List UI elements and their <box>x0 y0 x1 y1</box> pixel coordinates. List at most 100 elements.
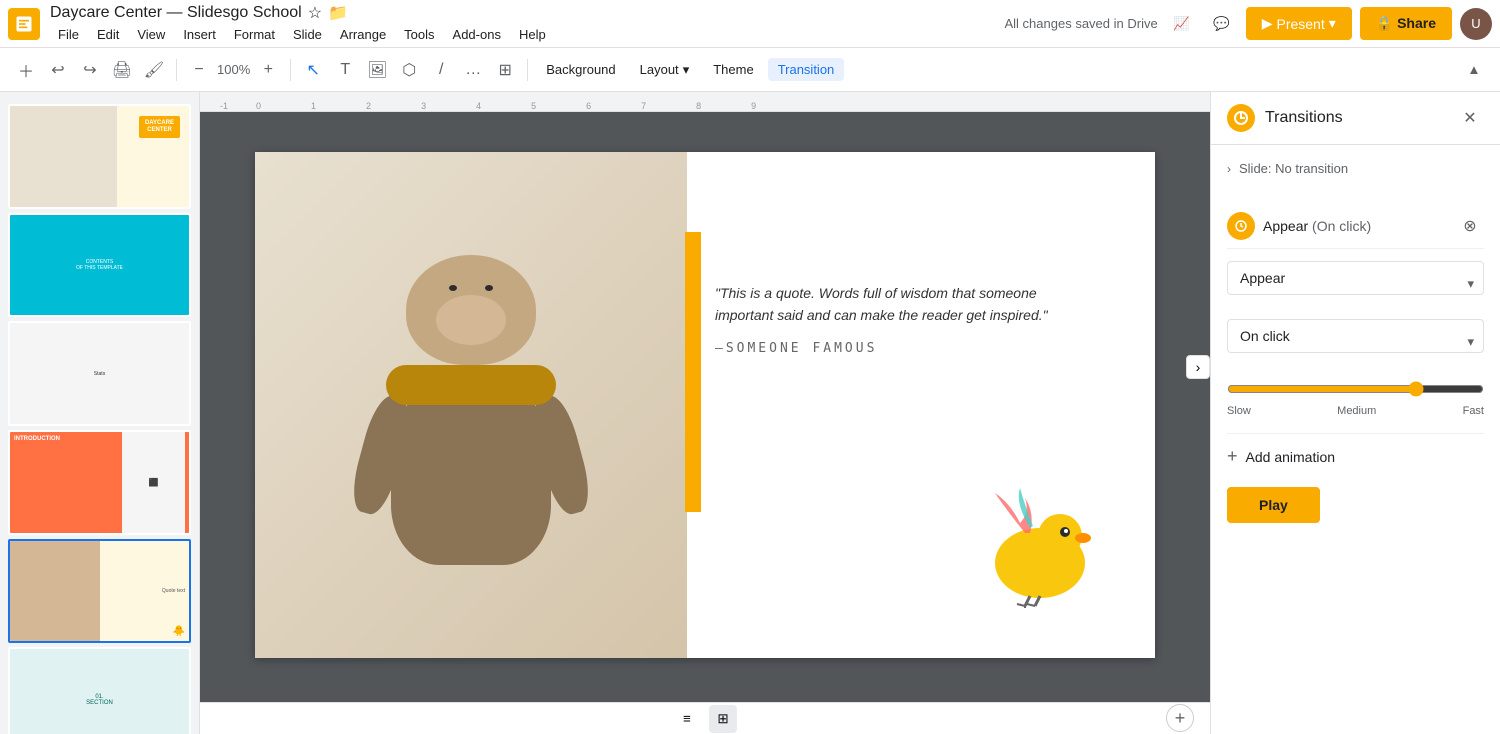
sep3 <box>527 59 528 81</box>
theme-btn[interactable]: Theme <box>703 58 763 81</box>
slide-img-6: 01.SECTION <box>10 649 189 734</box>
share-button[interactable]: 🔒 Share <box>1360 7 1452 40</box>
slide-img-3: Stats <box>10 323 189 424</box>
ruler-tick: -1 <box>220 101 228 111</box>
panel-close-button[interactable]: ✕ <box>1456 104 1484 132</box>
slide-transition-text[interactable]: Slide: No transition <box>1239 161 1348 176</box>
monkey-illustration <box>351 215 591 595</box>
ruler-tick: 3 <box>421 101 426 111</box>
slide-thumb-2[interactable]: 2 CONTENTSOF THIS TEMPLATE <box>8 213 191 318</box>
doc-title: Daycare Center — Slidesgo School ☆ 📁 <box>50 3 1005 23</box>
more-tools-btn[interactable]: … <box>459 56 487 84</box>
menu-slide[interactable]: Slide <box>285 25 330 44</box>
medium-label: Medium <box>1337 405 1376 417</box>
layout-chevron-icon: ▾ <box>683 62 690 78</box>
list-view-btn[interactable]: ≡ <box>673 705 701 733</box>
remove-animation-button[interactable]: ⊗ <box>1456 212 1484 240</box>
play-button[interactable]: Play <box>1227 487 1320 523</box>
present-button[interactable]: ▶ Present ▾ <box>1246 7 1352 40</box>
top-bar: Daycare Center — Slidesgo School ☆ 📁 Fil… <box>0 0 1500 48</box>
zoom-out-btn[interactable]: − <box>185 56 213 84</box>
monkey-area <box>255 152 687 658</box>
doc-title-text[interactable]: Daycare Center — Slidesgo School <box>50 4 302 22</box>
add-animation-btn[interactable]: + Add animation <box>1227 433 1484 479</box>
present-monitor-icon: ▶ <box>1262 15 1273 32</box>
ruler-tick: 5 <box>531 101 536 111</box>
slide-thumb-3[interactable]: 3 Stats <box>8 321 191 426</box>
collapse-panel-btn[interactable]: ▲ <box>1460 56 1488 84</box>
slow-label: Slow <box>1227 405 1251 417</box>
animation-item: Appear (On click) ⊗ <box>1227 204 1484 249</box>
print-btn[interactable]: 🖨 <box>108 56 136 84</box>
slide-canvas[interactable]: "This is a quote. Words full of wisdom t… <box>255 152 1155 658</box>
transitions-icon <box>1233 110 1249 126</box>
slide-thumb-4[interactable]: 4 INTRODUCTION ⬛ <box>8 430 191 535</box>
user-avatar[interactable]: U <box>1460 8 1492 40</box>
star-icon[interactable]: ☆ <box>308 3 322 23</box>
canvas-wrapper: -1 0 1 2 3 4 5 6 7 8 9 <box>200 92 1210 734</box>
bottom-bar: ≡ ⊞ + <box>200 702 1210 734</box>
slides-panel: 1 DAYCARECENTER 2 CONTENTSOF THIS TEMPLA… <box>0 92 200 734</box>
bird-area <box>975 478 1105 608</box>
add-anim-plus-icon: + <box>1227 446 1238 467</box>
slide-transition-section: › Slide: No transition <box>1227 157 1484 188</box>
panel-icon <box>1227 104 1255 132</box>
appear-dropdown[interactable]: Appear Fade in Fly in from left Fly in f… <box>1227 261 1484 295</box>
menu-bar: File Edit View Insert Format Slide Arran… <box>50 25 1005 44</box>
undo-btn[interactable]: ↩ <box>44 56 72 84</box>
menu-file[interactable]: File <box>50 25 87 44</box>
menu-format[interactable]: Format <box>226 25 283 44</box>
right-edge-icon-1[interactable]: › <box>1186 355 1210 379</box>
top-ruler: -1 0 1 2 3 4 5 6 7 8 9 <box>200 92 1210 112</box>
slide-thumb-5[interactable]: 5 Quote text 🐥 <box>8 539 191 644</box>
folder-icon[interactable]: 📁 <box>328 3 348 23</box>
menu-edit[interactable]: Edit <box>89 25 127 44</box>
text-box-btn[interactable]: T <box>331 56 359 84</box>
present-chevron-icon: ▾ <box>1329 15 1336 32</box>
slide-thumb-6[interactable]: 6 01.SECTION <box>8 647 191 734</box>
ruler-tick: 6 <box>586 101 591 111</box>
activity-icon-btn[interactable]: 📈 <box>1166 8 1198 40</box>
menu-tools[interactable]: Tools <box>396 25 442 44</box>
paint-format-btn[interactable]: 🖌 <box>140 56 168 84</box>
toolbar: ＋ ↩ ↪ 🖨 🖌 − 100% + ↖ T 🖼 ⬡ / … ⊞ Backgro… <box>0 48 1500 92</box>
menu-insert[interactable]: Insert <box>175 25 224 44</box>
zoom-level: 100% <box>217 62 250 77</box>
bird-svg <box>975 478 1105 608</box>
menu-addons[interactable]: Add-ons <box>445 25 509 44</box>
transition-btn[interactable]: Transition <box>768 58 845 81</box>
trigger-dropdown[interactable]: On click After previous With previous <box>1227 319 1484 353</box>
slide-thumb-1[interactable]: 1 DAYCARECENTER <box>8 104 191 209</box>
menu-arrange[interactable]: Arrange <box>332 25 394 44</box>
slide-img-1: DAYCARECENTER <box>10 106 189 207</box>
menu-view[interactable]: View <box>129 25 173 44</box>
select-tool-btn[interactable]: ↖ <box>299 56 327 84</box>
zoom-in-btn[interactable]: + <box>254 56 282 84</box>
anim-type-text: Appear (On click) <box>1263 218 1448 234</box>
add-btn[interactable]: ＋ <box>12 56 40 84</box>
ruler-tick: 7 <box>641 101 646 111</box>
ruler-tick: 1 <box>311 101 316 111</box>
shape-btn[interactable]: ⬡ <box>395 56 423 84</box>
all-saved-text: All changes saved in Drive <box>1005 16 1158 31</box>
menu-help[interactable]: Help <box>511 25 554 44</box>
ruler-tick: 4 <box>476 101 481 111</box>
grid-view-btn-bottom[interactable]: ⊞ <box>709 705 737 733</box>
background-btn[interactable]: Background <box>536 58 625 81</box>
line-btn[interactable]: / <box>427 56 455 84</box>
add-element-btn[interactable]: ⊞ <box>491 56 519 84</box>
anim-labels: Appear (On click) <box>1263 218 1448 234</box>
speed-labels: Slow Medium Fast <box>1227 405 1484 417</box>
comments-icon-btn[interactable]: 💬 <box>1206 8 1238 40</box>
add-slide-button[interactable]: + <box>1166 704 1194 732</box>
canvas-scroll[interactable]: "This is a quote. Words full of wisdom t… <box>200 112 1210 702</box>
image-btn[interactable]: 🖼 <box>363 56 391 84</box>
layout-btn[interactable]: Layout ▾ <box>630 58 700 82</box>
slide-img-2: CONTENTSOF THIS TEMPLATE <box>10 215 189 316</box>
app-icon <box>8 8 40 40</box>
ruler-tick: 2 <box>366 101 371 111</box>
speed-slider[interactable] <box>1227 381 1484 397</box>
panel-title: Transitions <box>1265 109 1456 127</box>
redo-btn[interactable]: ↪ <box>76 56 104 84</box>
quote-area[interactable]: "This is a quote. Words full of wisdom t… <box>715 282 1075 356</box>
